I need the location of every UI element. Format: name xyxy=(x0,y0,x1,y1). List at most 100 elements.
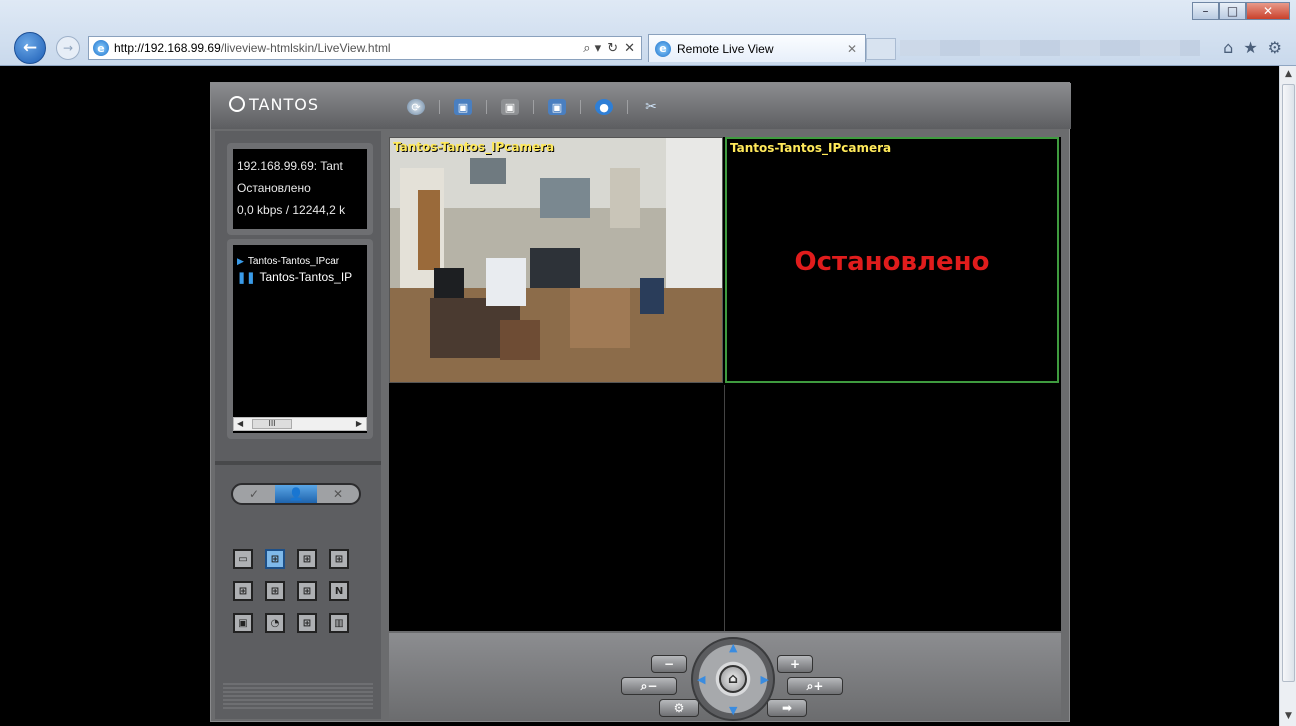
left-panel: 192.168.99.69: Tant Остановлено 0,0 kbps… xyxy=(215,131,381,719)
brand-name: TANTOS xyxy=(249,95,319,114)
pan-up-arrow-icon[interactable]: ▲ xyxy=(729,641,737,654)
status-state: Остановлено xyxy=(237,181,311,195)
focus-far-button[interactable]: ⌕+ xyxy=(787,677,843,695)
toolbar-separator xyxy=(486,100,487,114)
video-grid: Tantos-Tantos_IPcamera Tantos-Tantos_IPc… xyxy=(389,137,1061,631)
ptz-home-button[interactable]: ⌂ xyxy=(719,665,747,693)
pan-down-arrow-icon[interactable]: ▼ xyxy=(729,704,737,717)
close-window-button[interactable]: ✕ xyxy=(1246,2,1290,20)
user-mode-button[interactable]: 👤 xyxy=(275,485,317,503)
scroll-left-arrow-icon[interactable]: ◀ xyxy=(237,419,243,428)
connect-icon[interactable]: ⟳ xyxy=(407,99,425,115)
panel-divider xyxy=(215,461,381,465)
stop-icon[interactable]: ✕ xyxy=(624,41,635,56)
browser-tools: ⌂ ★ ⚙ xyxy=(1223,38,1282,57)
refresh-icon[interactable]: ↻ xyxy=(607,41,618,56)
brand-mark-icon xyxy=(229,96,245,112)
zoom-out-button[interactable]: − xyxy=(651,655,687,673)
layout-3x3-button[interactable]: ⊞ xyxy=(329,549,349,569)
grid-divider xyxy=(724,385,725,631)
status-display: 192.168.99.69: Tant Остановлено 0,0 kbps… xyxy=(233,149,367,229)
layout-2x2-button[interactable]: ⊞ xyxy=(265,549,285,569)
layout-grid-button[interactable]: ⊞ xyxy=(297,613,317,633)
record-icon[interactable]: ▣ xyxy=(548,99,566,115)
back-button[interactable]: ← xyxy=(14,32,46,64)
browser-chrome: – □ ✕ ← → e http://192.168.99.69/livevie… xyxy=(0,0,1296,66)
start-all-icon[interactable]: ▣ xyxy=(454,99,472,115)
back-arrow-icon: ← xyxy=(22,38,38,58)
list-scroll-thumb[interactable]: III xyxy=(252,419,292,429)
layout-custom-button[interactable]: N xyxy=(329,581,349,601)
channel-label: Tantos-Tantos_IPcar xyxy=(247,255,340,267)
magnifier-minus-icon: ⌕− xyxy=(640,678,658,693)
layout-4x4-button[interactable]: ⊞ xyxy=(233,581,253,601)
camera-feed-image xyxy=(390,138,722,382)
ie-tab-icon: e xyxy=(655,40,671,57)
gear-icon: ⚙ xyxy=(673,701,685,715)
scroll-down-arrow-icon[interactable]: ▼ xyxy=(1280,708,1296,724)
url-host: http://192.168.99.69 xyxy=(114,41,221,55)
fullscreen-button[interactable]: ▣ xyxy=(233,613,253,633)
settings-gear-icon[interactable]: ⚙ xyxy=(1268,38,1282,57)
layout-5x5-button[interactable]: ⊞ xyxy=(265,581,285,601)
video-cell-empty[interactable] xyxy=(725,385,1059,631)
channel-list[interactable]: ▶ Tantos-Tantos_IPcar ❚❚ Tantos-Tantos_IP … xyxy=(233,245,367,433)
channel-list-box: ▶ Tantos-Tantos_IPcar ❚❚ Tantos-Tantos_IP … xyxy=(227,239,373,439)
play-icon: ▶ xyxy=(237,255,244,266)
channel-item[interactable]: ▶ Tantos-Tantos_IPcar xyxy=(233,253,367,269)
stop-all-icon[interactable]: ▣ xyxy=(501,99,519,115)
layout-1x1-button[interactable]: ▭ xyxy=(233,549,253,569)
ptz-settings-button[interactable]: ⚙ xyxy=(659,699,699,717)
pan-left-arrow-icon[interactable]: ◀ xyxy=(697,673,705,686)
tab-close-icon[interactable]: ✕ xyxy=(847,42,857,56)
blurred-toolbar-area xyxy=(900,40,1200,56)
video-cell-selected[interactable]: Tantos-Tantos_IPcamera Остановлено xyxy=(725,137,1059,383)
scroll-thumb[interactable] xyxy=(1282,84,1295,682)
live-view-app: TANTOS ⟳ ▣ ▣ ▣ ● ✂ 192.168.99.69: Tant О… xyxy=(210,82,1071,722)
address-url[interactable]: http://192.168.99.69/liveview-htmlskin/L… xyxy=(114,41,391,55)
address-bar[interactable]: e http://192.168.99.69/liveview-htmlskin… xyxy=(88,36,642,60)
layout-1plus5-button[interactable]: ⊞ xyxy=(297,549,317,569)
ptz-control-bar: − + ⌕− ⌕+ ⚙ ➡ ▲ ▼ ◀ ▶ ⌂ xyxy=(389,633,1061,721)
cancel-mode-button[interactable]: ✕ xyxy=(317,485,359,503)
layout-single-button[interactable]: ▥ xyxy=(329,613,349,633)
decorative-grill xyxy=(223,681,373,711)
ptz-joystick[interactable]: ▲ ▼ ◀ ▶ ⌂ xyxy=(691,637,775,721)
video-cell-empty[interactable] xyxy=(389,385,723,631)
info-icon[interactable]: ● xyxy=(595,99,613,115)
home-icon[interactable]: ⌂ xyxy=(1223,38,1233,57)
camera-label: Tantos-Tantos_IPcamera xyxy=(393,140,555,154)
search-dropdown-icon[interactable]: ⌕ ▾ xyxy=(583,41,601,56)
pause-icon: ❚❚ xyxy=(237,271,256,284)
video-cell[interactable]: Tantos-Tantos_IPcamera xyxy=(389,137,723,383)
camera-label: Tantos-Tantos_IPcamera xyxy=(730,141,892,155)
channel-label: Tantos-Tantos_IP xyxy=(259,270,353,284)
favorites-star-icon[interactable]: ★ xyxy=(1243,38,1257,57)
browser-tab[interactable]: e Remote Live View ✕ xyxy=(648,34,866,62)
mode-toggle[interactable]: ✓ 👤 ✕ xyxy=(231,483,361,505)
ie-page-icon: e xyxy=(93,40,109,56)
ptz-next-button[interactable]: ➡ xyxy=(767,699,807,717)
sequence-button[interactable]: ◔ xyxy=(265,613,285,633)
new-tab-button[interactable] xyxy=(866,38,896,60)
tab-title: Remote Live View xyxy=(677,41,774,56)
zoom-in-button[interactable]: + xyxy=(777,655,813,673)
scroll-right-arrow-icon[interactable]: ▶ xyxy=(356,419,362,428)
maximize-button[interactable]: □ xyxy=(1219,2,1246,20)
toolbar-separator xyxy=(580,100,581,114)
app-header: TANTOS ⟳ ▣ ▣ ▣ ● ✂ xyxy=(211,83,1071,129)
tools-icon[interactable]: ✂ xyxy=(642,99,660,115)
minimize-button[interactable]: – xyxy=(1192,2,1219,20)
confirm-mode-button[interactable]: ✓ xyxy=(233,485,275,503)
stopped-status: Остановлено xyxy=(794,247,990,277)
status-box: 192.168.99.69: Tant Остановлено 0,0 kbps… xyxy=(227,143,373,235)
channel-item[interactable]: ❚❚ Tantos-Tantos_IP xyxy=(233,269,367,285)
layout-6x6-button[interactable]: ⊞ xyxy=(297,581,317,601)
page-scrollbar[interactable]: ▲ ▼ xyxy=(1279,66,1296,726)
pan-right-arrow-icon[interactable]: ▶ xyxy=(761,673,769,686)
arrow-right-icon: ➡ xyxy=(781,701,793,715)
focus-near-button[interactable]: ⌕− xyxy=(621,677,677,695)
list-hscrollbar[interactable]: ◀ III ▶ xyxy=(233,417,367,431)
scroll-up-arrow-icon[interactable]: ▲ xyxy=(1280,66,1296,82)
forward-button[interactable]: → xyxy=(56,36,80,60)
